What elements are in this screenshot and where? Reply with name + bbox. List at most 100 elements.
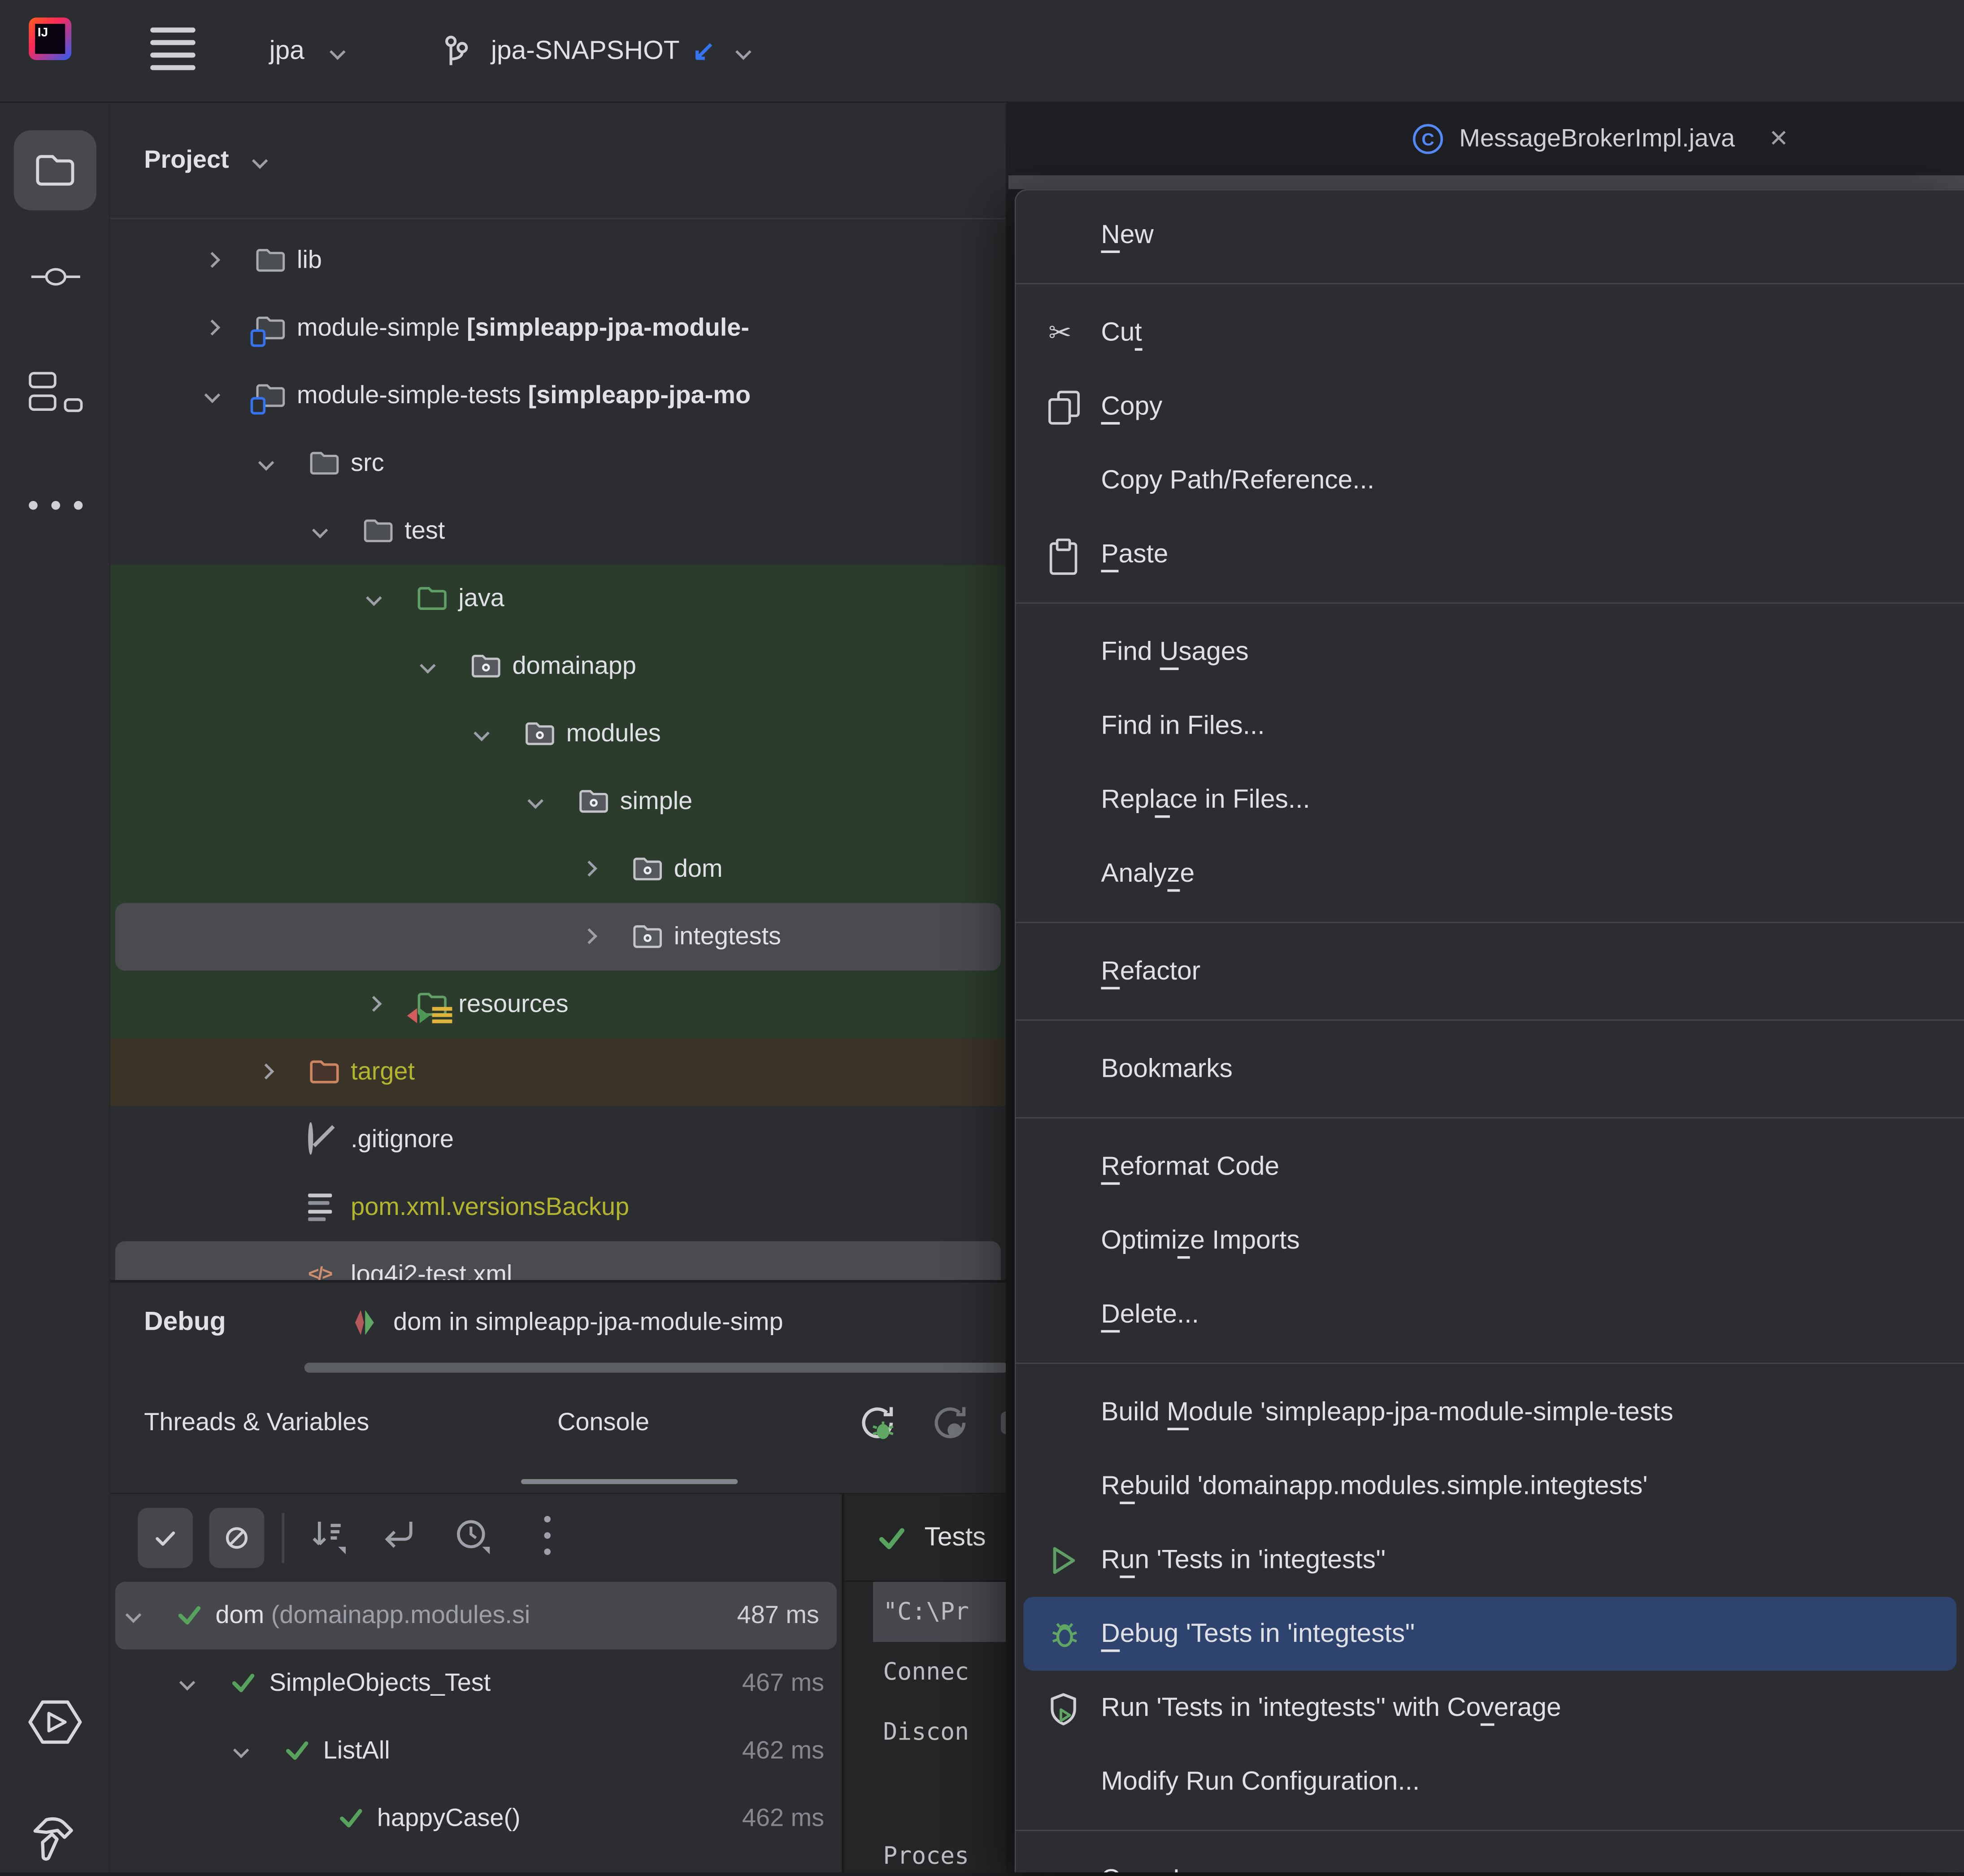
chevron-right-icon[interactable] (258, 1063, 274, 1079)
tree-row-simple[interactable]: simple (110, 768, 1006, 836)
menu-item-analyze[interactable]: Analyze (1016, 836, 1964, 910)
chevron-right-icon[interactable] (204, 252, 221, 268)
rerun-button[interactable] (856, 1402, 898, 1444)
tree-row-java[interactable]: java (110, 565, 1006, 632)
test-row-simpleobjects-test[interactable]: SimpleObjects_Test 467 ms (110, 1650, 842, 1717)
chevron-right-icon[interactable] (582, 928, 598, 945)
menu-item-new[interactable]: New (1016, 198, 1964, 272)
menu-item-bookmarks[interactable]: Bookmarks (1016, 1032, 1964, 1106)
menu-item-optimize-imports[interactable]: Optimize Imports (1016, 1204, 1964, 1278)
chevron-right-icon[interactable] (366, 996, 382, 1012)
tree-row-gitignore[interactable]: .gitignore (110, 1106, 1006, 1174)
resume-button[interactable] (928, 1402, 971, 1444)
services-tool-button[interactable] (14, 1682, 96, 1762)
menu-item-delete[interactable]: Delete... (1016, 1277, 1964, 1351)
tree-row-lib[interactable]: lib (110, 226, 1006, 294)
test-row-happycase[interactable]: happyCase() 462 ms (110, 1785, 842, 1852)
chevron-down-icon[interactable] (233, 1742, 249, 1758)
editor-tab-messagebrokerimpl[interactable]: C MessageBrokerImpl.java ✕ (1413, 103, 1789, 175)
test-row-dom[interactable]: dom (domainapp.modules.si 487 ms (115, 1582, 837, 1650)
git-branch-icon (441, 34, 471, 69)
tab-console[interactable]: Console (557, 1362, 649, 1483)
tree-row-dom[interactable]: dom (110, 836, 1006, 903)
editor-tab-title: MessageBrokerImpl.java (1459, 125, 1735, 153)
chevron-down-icon[interactable] (474, 725, 490, 741)
chevron-down-icon[interactable] (366, 590, 382, 606)
menu-item-debug-tests[interactable]: Debug 'Tests in 'integtests'' (1023, 1597, 1956, 1671)
cut-icon: ✂ (1048, 317, 1081, 350)
more-tool-windows-button[interactable] (14, 465, 96, 545)
tests-passed-icon (877, 1522, 907, 1552)
chevron-right-icon[interactable] (204, 319, 221, 335)
project-panel-header[interactable]: Project (110, 103, 1006, 219)
tree-row-module-simple-tests[interactable]: module-simple-tests [simpleapp-jpa-mo (110, 362, 1006, 430)
tree-row-test[interactable]: test (110, 497, 1006, 565)
tree-row-src[interactable]: src (110, 430, 1006, 497)
more-options-button[interactable] (543, 1512, 552, 1562)
module-folder-icon (254, 313, 287, 343)
tree-row-modules[interactable]: modules (110, 700, 1006, 768)
project-tool-button[interactable] (14, 130, 96, 210)
stop-button[interactable] (1001, 1411, 1008, 1434)
project-selector[interactable]: jpa (269, 0, 343, 103)
tree-row-integtests-selected[interactable]: integtests (115, 903, 1001, 971)
test-scope-highlight: java domainapp modules (110, 565, 1006, 1038)
menu-item-replace-in-files[interactable]: Replace in Files... (1016, 763, 1964, 837)
menu-item-build-module[interactable]: Build Module 'simpleapp-jpa-module-simpl… (1016, 1375, 1964, 1449)
excluded-folder-icon (308, 1057, 341, 1087)
menu-separator (1016, 283, 1964, 284)
menu-item-copy[interactable]: Copy (1016, 370, 1964, 444)
tab-threads-variables[interactable]: Threads & Variables (144, 1362, 369, 1483)
build-tool-button[interactable] (14, 1796, 96, 1876)
debug-bug-icon (1048, 1618, 1081, 1651)
structure-tool-button[interactable] (14, 352, 96, 432)
tree-row-domainapp[interactable]: domainapp (110, 632, 1006, 700)
close-icon[interactable]: ✕ (1769, 125, 1789, 153)
run-icon (1048, 1544, 1081, 1577)
menu-separator (1016, 1362, 1964, 1364)
show-passed-button[interactable] (138, 1508, 193, 1568)
history-clock-button[interactable] (452, 1515, 495, 1558)
menu-item-find-usages[interactable]: Find Usages (1016, 615, 1964, 689)
show-ignored-button[interactable] (209, 1508, 264, 1568)
tree-row-module-suffix: [simpleapp-jpa-mo (528, 382, 751, 409)
branch-name: jpa-SNAPSHOT (491, 36, 680, 66)
chevron-down-icon[interactable] (420, 657, 436, 674)
tree-row-target[interactable]: target (110, 1038, 1006, 1106)
debug-session-tab[interactable]: dom in simpleapp-jpa-module-simp (351, 1283, 1002, 1363)
commit-tool-button[interactable] (14, 237, 96, 317)
chevron-down-icon[interactable] (126, 1607, 142, 1623)
menu-item-rebuild[interactable]: Rebuild 'domainapp.modules.simple.integt… (1016, 1449, 1964, 1523)
tree-row-resources[interactable]: resources (110, 971, 1006, 1038)
chevron-down-icon[interactable] (179, 1675, 196, 1691)
intellij-logo-icon[interactable]: IJ (29, 17, 71, 60)
chevron-down-icon[interactable] (312, 522, 328, 539)
menu-item-refactor[interactable]: Refactor (1016, 934, 1964, 1008)
chevron-right-icon[interactable] (582, 861, 598, 877)
menu-item-find-in-files[interactable]: Find in Files... (1016, 689, 1964, 763)
menu-item-reformat-code[interactable]: Reformat Code (1016, 1130, 1964, 1204)
copy-icon (1048, 391, 1081, 423)
vcs-branch-widget[interactable]: jpa-SNAPSHOT ↙ (441, 0, 749, 103)
console-line: Proces (844, 1826, 1008, 1872)
chevron-down-icon[interactable] (204, 387, 221, 403)
navigate-with-selection-button[interactable] (381, 1515, 418, 1553)
main-menu-burger-icon[interactable] (150, 27, 196, 75)
chevron-down-icon[interactable] (527, 793, 543, 809)
menu-item-modify-run-configuration[interactable]: Modify Run Configuration... (1016, 1745, 1964, 1819)
menu-item-open-in[interactable]: Open In (1016, 1842, 1964, 1872)
menu-item-paste[interactable]: Paste (1016, 517, 1964, 591)
test-row-listall[interactable]: ListAll 462 ms (110, 1717, 842, 1785)
tree-row-module-simple[interactable]: module-simple [simpleapp-jpa-module- (110, 294, 1006, 362)
sort-by-duration-button[interactable] (311, 1515, 348, 1558)
coverage-shield-icon (1048, 1692, 1081, 1725)
menu-item-run-tests[interactable]: Run 'Tests in 'integtests'' (1016, 1523, 1964, 1597)
menu-item-copy-path-reference[interactable]: Copy Path/Reference... (1016, 444, 1964, 518)
tree-row-label: domainapp (513, 632, 636, 700)
tree-row-pom-versionsbackup[interactable]: pom.xml.versionsBackup (110, 1174, 1006, 1241)
chevron-down-icon[interactable] (258, 455, 274, 471)
menu-item-cut[interactable]: ✂Cut (1016, 296, 1964, 370)
module-badge-icon (251, 329, 266, 347)
tree-row-log4j2-test-xml[interactable]: </> log4j2-test.xml (115, 1241, 1001, 1280)
menu-item-run-tests-with-coverage[interactable]: Run 'Tests in 'integtests'' with Coverag… (1016, 1671, 1964, 1745)
